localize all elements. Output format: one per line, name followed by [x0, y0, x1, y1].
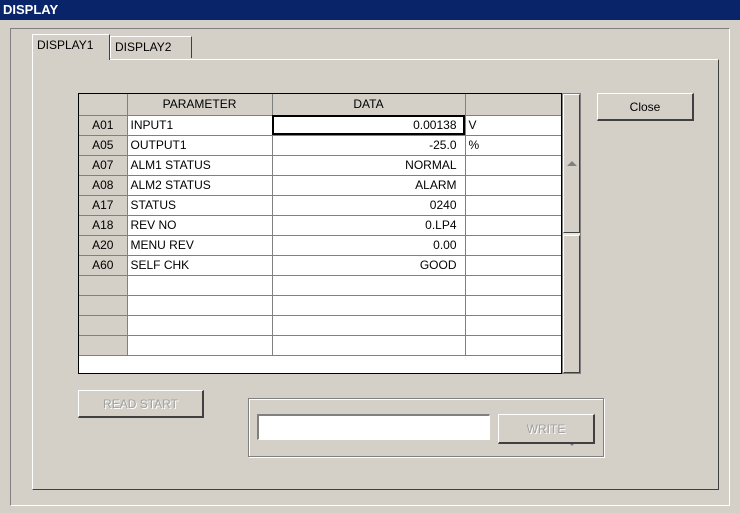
tab-display1[interactable]: DISPLAY1 — [32, 34, 110, 60]
tab-panel-display1 — [32, 59, 719, 490]
window-title: DISPLAY — [0, 0, 740, 20]
tab-display2[interactable]: DISPLAY2 — [110, 36, 192, 58]
